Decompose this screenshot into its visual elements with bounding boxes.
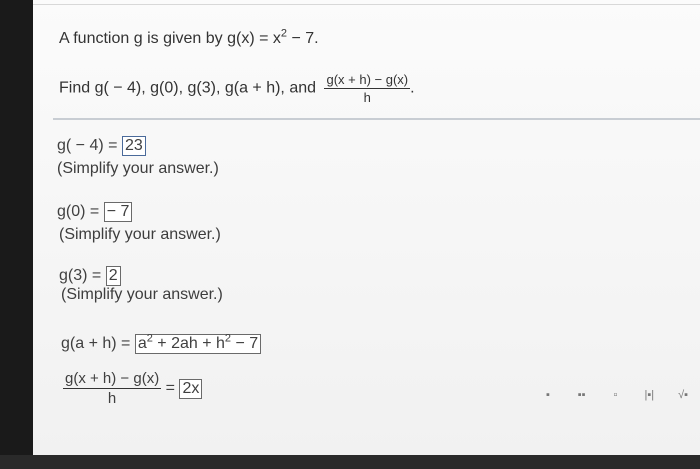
answer-box-difference-quotient[interactable]: 2x: [179, 378, 203, 399]
mixed-number-icon[interactable]: ▪▪: [571, 389, 593, 401]
fraction-denominator: h: [107, 390, 117, 407]
fraction-icon[interactable]: ▪: [537, 389, 559, 401]
screen: A function g is given by g(x) = x2 − 7. …: [33, 0, 700, 455]
answer-box-g3[interactable]: 2: [105, 266, 121, 286]
answer-end: − 7: [231, 335, 259, 352]
answer-a: a: [137, 335, 147, 352]
sqrt-icon[interactable]: √▪: [672, 389, 694, 401]
equals-sign: =: [165, 379, 175, 397]
answer-mid: + 2ah + h: [152, 335, 225, 352]
simplify-hint: (Simplify your answer.): [61, 286, 223, 303]
part-g-a-plus-h: g(a + h) = a2 + 2ah + h2 − 7: [61, 333, 262, 354]
absolute-value-icon[interactable]: |▪|: [638, 389, 660, 401]
answer-box-g-minus4[interactable]: 23: [121, 136, 146, 156]
fraction-numerator: g(x + h) − g(x): [324, 72, 411, 89]
simplify-hint: (Simplify your answer.): [59, 226, 221, 243]
section-divider: [53, 118, 700, 120]
question-intro: A function g is given by g(x) = x2 − 7.: [59, 28, 319, 48]
question-intro-text: A function g is given by g(x) = x: [59, 30, 281, 47]
question-find: Find g( − 4), g(0), g(3), g(a + h), and …: [59, 72, 415, 105]
math-toolbar: ▪ ▪▪ ▫ |▪| √▪: [531, 372, 700, 418]
part-label: g(3) =: [59, 267, 102, 284]
difference-quotient: g(x + h) − g(x) h: [63, 370, 162, 407]
top-border: [33, 4, 700, 5]
part-difference-quotient: g(x + h) − g(x) h = 2x: [63, 370, 203, 407]
answer-box-g-a-plus-h[interactable]: a2 + 2ah + h2 − 7: [134, 333, 262, 354]
part-g3: g(3) = 2: [59, 266, 121, 286]
simplify-hint: (Simplify your answer.): [57, 160, 219, 177]
part-g-minus4: g( − 4) = 23: [57, 136, 146, 156]
question-intro-end: − 7.: [287, 30, 319, 47]
exponent-icon[interactable]: ▫: [604, 389, 626, 401]
fraction-numerator: g(x + h) − g(x): [63, 370, 162, 389]
answer-box-g0[interactable]: − 7: [103, 202, 133, 222]
part-label: g( − 4) =: [57, 137, 118, 154]
part-label: g(0) =: [57, 203, 100, 220]
part-label: g(a + h) =: [61, 335, 131, 352]
part-g0: g(0) = − 7: [57, 202, 133, 222]
monitor-bezel-bottom: [0, 455, 700, 469]
monitor-bezel-left: [0, 0, 33, 469]
question-find-end: .: [410, 79, 415, 97]
question-find-text: Find g( − 4), g(0), g(3), g(a + h), and: [59, 79, 317, 97]
fraction-denominator: h: [363, 90, 371, 105]
difference-quotient: g(x + h) − g(x) h: [324, 72, 411, 105]
